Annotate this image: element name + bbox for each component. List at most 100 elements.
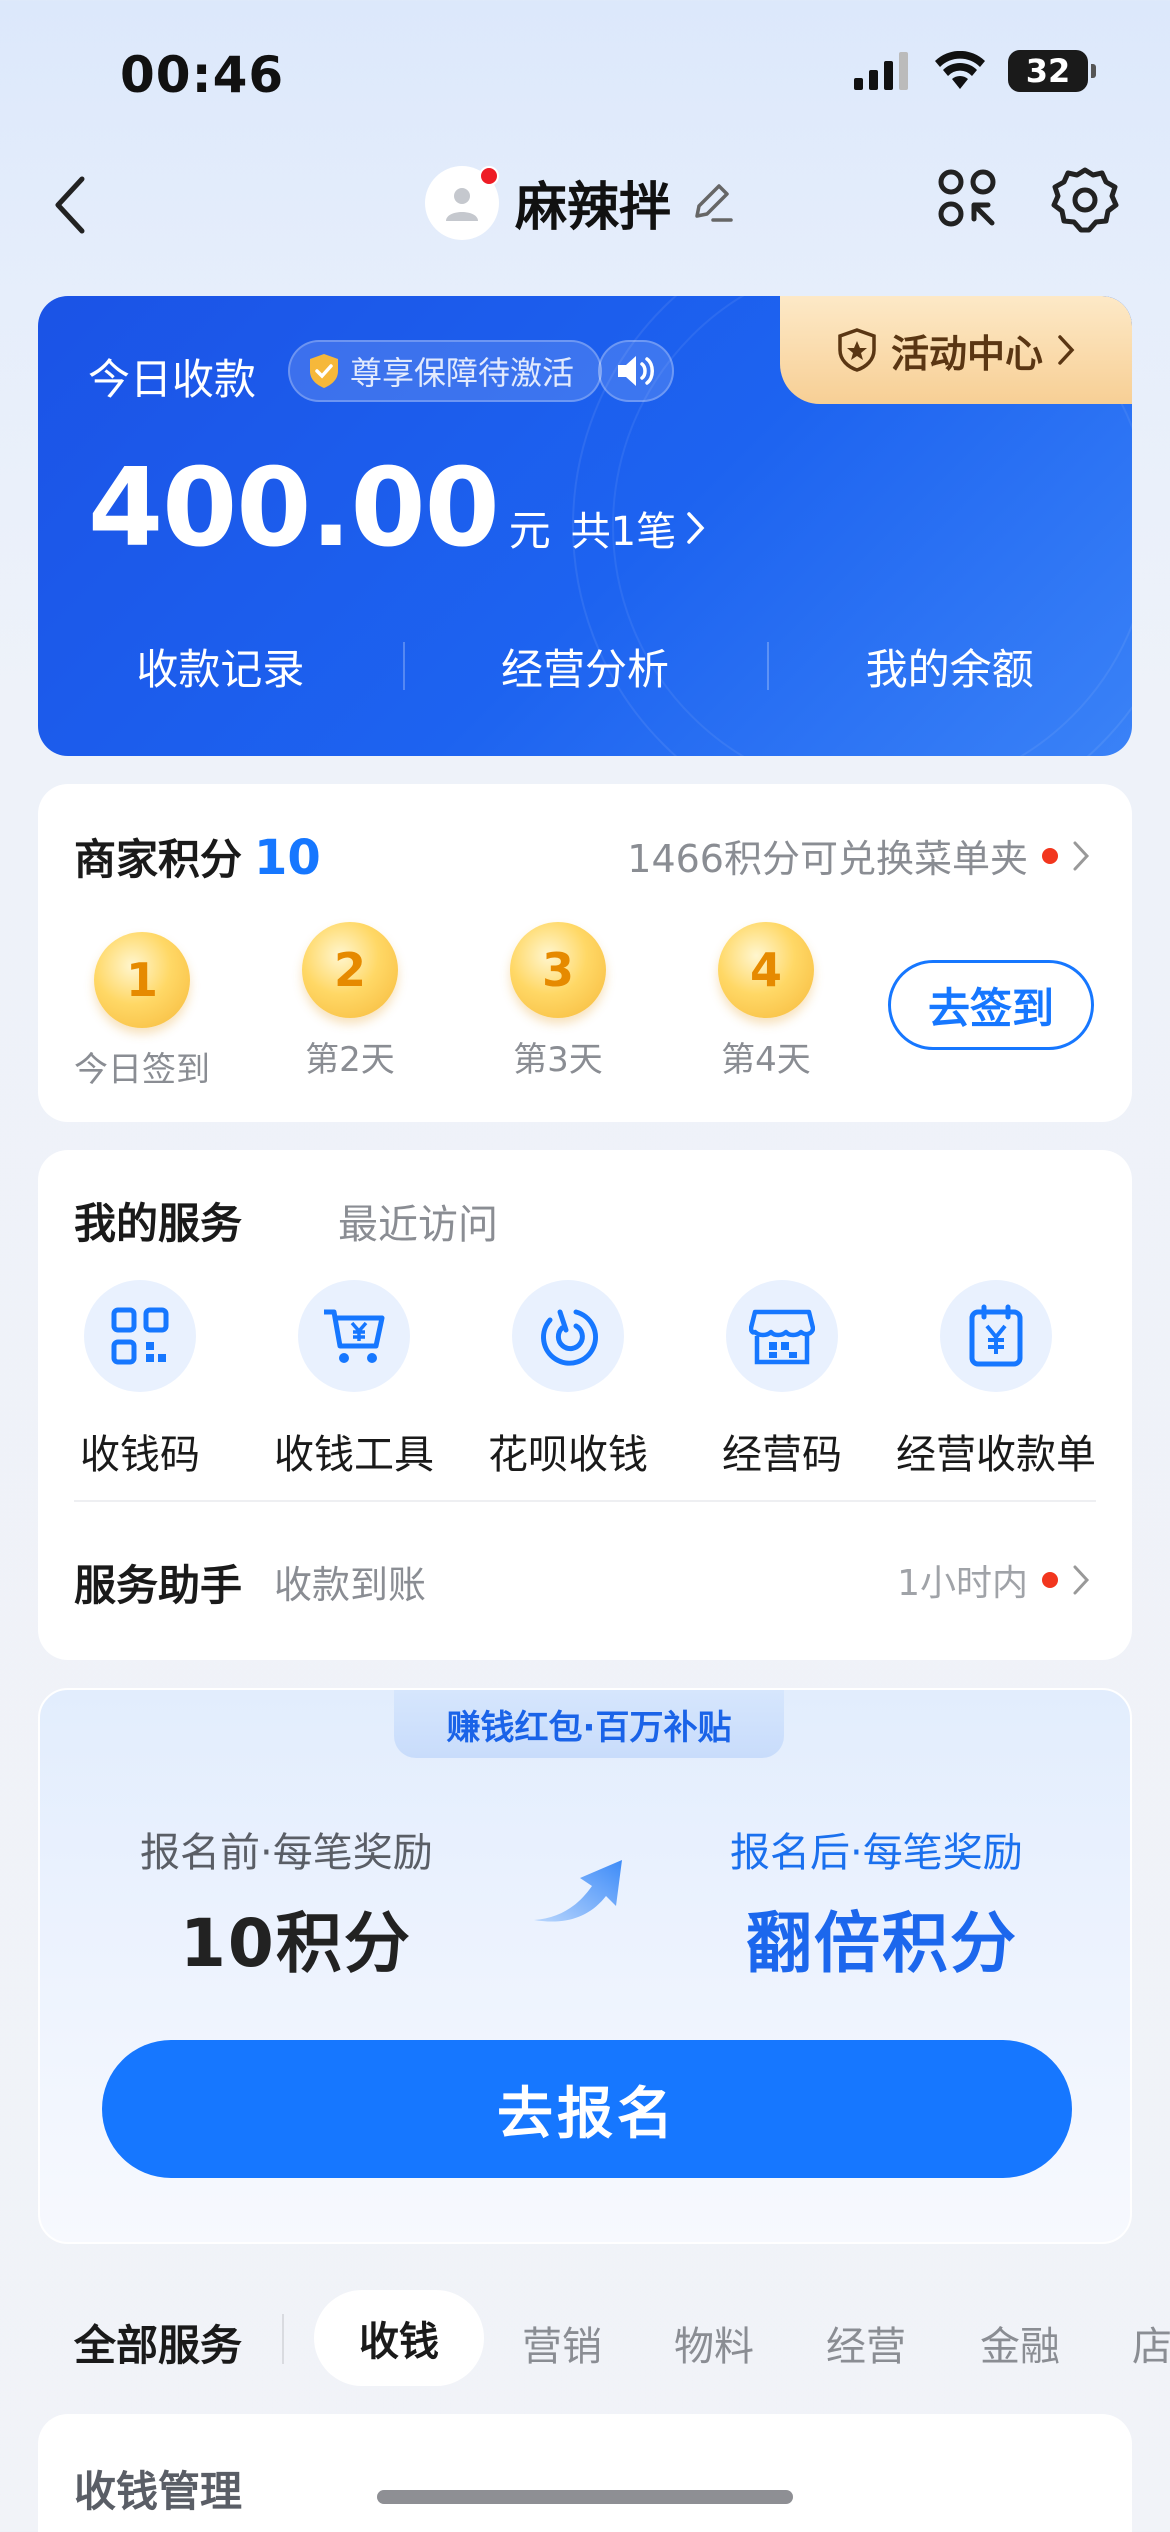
settings-gear-icon[interactable] xyxy=(1050,165,1120,235)
arrow-up-right-icon xyxy=(534,1860,622,1922)
today-income-label: 今日收款 xyxy=(88,355,257,404)
collection-management-panel: 收钱管理 xyxy=(38,2414,1132,2532)
service-collection-tools[interactable]: 收钱工具 xyxy=(244,1280,464,1480)
status-icons: 32 xyxy=(854,50,1096,92)
edit-icon[interactable] xyxy=(687,178,737,228)
huabei-icon xyxy=(541,1309,599,1366)
header-actions xyxy=(934,165,1120,235)
receipt-yuan-icon xyxy=(969,1304,1023,1367)
service-business-receipt[interactable]: 经营收款单 xyxy=(886,1280,1106,1480)
business-analysis-link[interactable]: 经营分析 xyxy=(402,636,768,697)
my-balance-link[interactable]: 我的余额 xyxy=(767,636,1132,697)
merchant-points-panel: 商家积分 10 1466积分可兑换菜单夹 1 今日签到 2 第2天 3 第3天 4… xyxy=(38,784,1132,1122)
notification-dot xyxy=(1042,1572,1058,1588)
service-helper-time: 1小时内 xyxy=(897,1563,1028,1604)
service-huabei[interactable]: 花呗收钱 xyxy=(458,1280,678,1480)
collection-management-title: 收钱管理 xyxy=(74,2467,243,2516)
home-indicator[interactable] xyxy=(377,2490,793,2504)
service-label: 花呗收钱 xyxy=(488,1432,648,1478)
service-label: 收钱工具 xyxy=(274,1432,434,1478)
chevron-right-icon xyxy=(1073,1565,1090,1595)
my-services-panel: 我的服务 最近访问 收钱码 收钱工具 花呗收钱 经营码 经营收款单 服务助手 收… xyxy=(38,1150,1132,1660)
sound-button[interactable] xyxy=(598,340,674,402)
service-label: 经营码 xyxy=(722,1432,842,1478)
signin-day-4: 4 第4天 xyxy=(666,922,866,1081)
star-shield-icon xyxy=(838,328,876,372)
promo-before-label: 报名前·每笔奖励 xyxy=(140,1830,433,1876)
coin-icon: 1 xyxy=(94,932,190,1028)
battery-icon: 32 xyxy=(1008,50,1096,92)
service-label: 收钱码 xyxy=(80,1432,200,1478)
income-card: 活动中心 今日收款 尊享保障待激活 400.00 元 共1笔 收款记录 经营分析… xyxy=(38,296,1132,756)
signal-icon xyxy=(854,52,908,90)
promo-after-label: 报名后·每笔奖励 xyxy=(730,1830,1023,1876)
shield-check-icon xyxy=(310,354,338,388)
today-amount: 400.00 xyxy=(88,446,500,571)
category-tab-materials[interactable]: 物料 xyxy=(674,2314,754,2372)
service-business-code[interactable]: 经营码 xyxy=(672,1280,892,1480)
coin-icon: 2 xyxy=(302,922,398,1018)
protection-badge[interactable]: 尊享保障待激活 xyxy=(288,340,603,402)
chevron-left-icon xyxy=(55,176,85,234)
amount-unit: 元 xyxy=(508,506,551,555)
status-time: 00:46 xyxy=(120,46,285,104)
card-links: 收款记录 经营分析 我的余额 xyxy=(38,636,1132,697)
divider xyxy=(74,1500,1096,1502)
category-tab-collect[interactable]: 收钱 xyxy=(314,2290,484,2386)
back-button[interactable] xyxy=(40,170,100,240)
signin-day-1: 1 今日签到 xyxy=(42,932,242,1091)
scan-icon[interactable] xyxy=(934,165,1000,231)
signin-day-3: 3 第3天 xyxy=(458,922,658,1081)
service-helper-subtitle: 收款到账 xyxy=(274,1563,427,1607)
tab-my-services[interactable]: 我的服务 xyxy=(74,1190,242,1251)
signin-day-label: 第3天 xyxy=(513,1040,603,1080)
service-collection-code[interactable]: 收钱码 xyxy=(30,1280,250,1480)
promo-after-value: 翻倍积分 xyxy=(746,1905,1018,1982)
notification-dot xyxy=(479,165,499,186)
points-title: 商家积分 10 xyxy=(74,826,321,887)
chevron-right-icon xyxy=(1058,335,1075,365)
category-tab-business[interactable]: 经营 xyxy=(826,2314,906,2372)
chevron-right-icon xyxy=(687,512,705,544)
promo-before-value: 10积分 xyxy=(180,1905,412,1982)
cart-yuan-icon xyxy=(324,1309,385,1363)
shop-name: 麻辣拌 xyxy=(515,178,672,238)
income-records-link[interactable]: 收款记录 xyxy=(38,636,403,697)
category-tab-finance[interactable]: 金融 xyxy=(980,2314,1060,2372)
signin-button[interactable]: 去签到 xyxy=(888,960,1094,1050)
points-exchange-text: 1466积分可兑换菜单夹 xyxy=(627,837,1028,881)
signin-day-2: 2 第2天 xyxy=(250,922,450,1081)
user-icon xyxy=(446,187,478,221)
speaker-icon xyxy=(618,356,654,386)
service-label: 经营收款单 xyxy=(896,1432,1096,1478)
activity-center-label: 活动中心 xyxy=(890,331,1043,376)
enroll-button[interactable]: 去报名 xyxy=(102,2040,1072,2178)
protection-badge-label: 尊享保障待激活 xyxy=(350,354,575,392)
avatar[interactable] xyxy=(425,165,499,240)
signin-day-label: 第4天 xyxy=(721,1040,811,1080)
wifi-icon xyxy=(935,51,985,89)
category-tab-marketing[interactable]: 营销 xyxy=(522,2314,602,2372)
service-helper-title: 服务助手 xyxy=(74,1561,243,1610)
tab-recent-visits[interactable]: 最近访问 xyxy=(338,1192,498,1250)
points-value: 10 xyxy=(254,830,321,886)
amount-row[interactable]: 400.00 元 共1笔 xyxy=(88,446,706,571)
shop-profile[interactable]: 麻辣拌 xyxy=(425,165,737,240)
qr-grid-icon xyxy=(111,1307,169,1365)
category-tab-store[interactable]: 店 xyxy=(1132,2314,1170,2372)
signin-day-label: 今日签到 xyxy=(74,1050,210,1090)
all-services-title: 全部服务 xyxy=(74,2321,243,2370)
coin-icon: 4 xyxy=(718,922,814,1018)
points-exchange-link[interactable]: 1466积分可兑换菜单夹 xyxy=(627,828,1090,883)
transaction-count: 共1笔 xyxy=(570,509,677,555)
coin-icon: 3 xyxy=(510,922,606,1018)
chevron-right-icon xyxy=(1073,841,1090,870)
divider xyxy=(282,2314,284,2364)
activity-center-button[interactable]: 活动中心 xyxy=(780,296,1132,404)
promo-tag: 赚钱红包·百万补贴 xyxy=(394,1690,784,1758)
store-qr-icon xyxy=(749,1309,815,1365)
notification-dot xyxy=(1042,847,1058,864)
points-title-label: 商家积分 xyxy=(74,835,243,884)
signin-day-label: 第2天 xyxy=(305,1040,395,1080)
service-helper-link[interactable]: 1小时内 xyxy=(897,1554,1090,1606)
